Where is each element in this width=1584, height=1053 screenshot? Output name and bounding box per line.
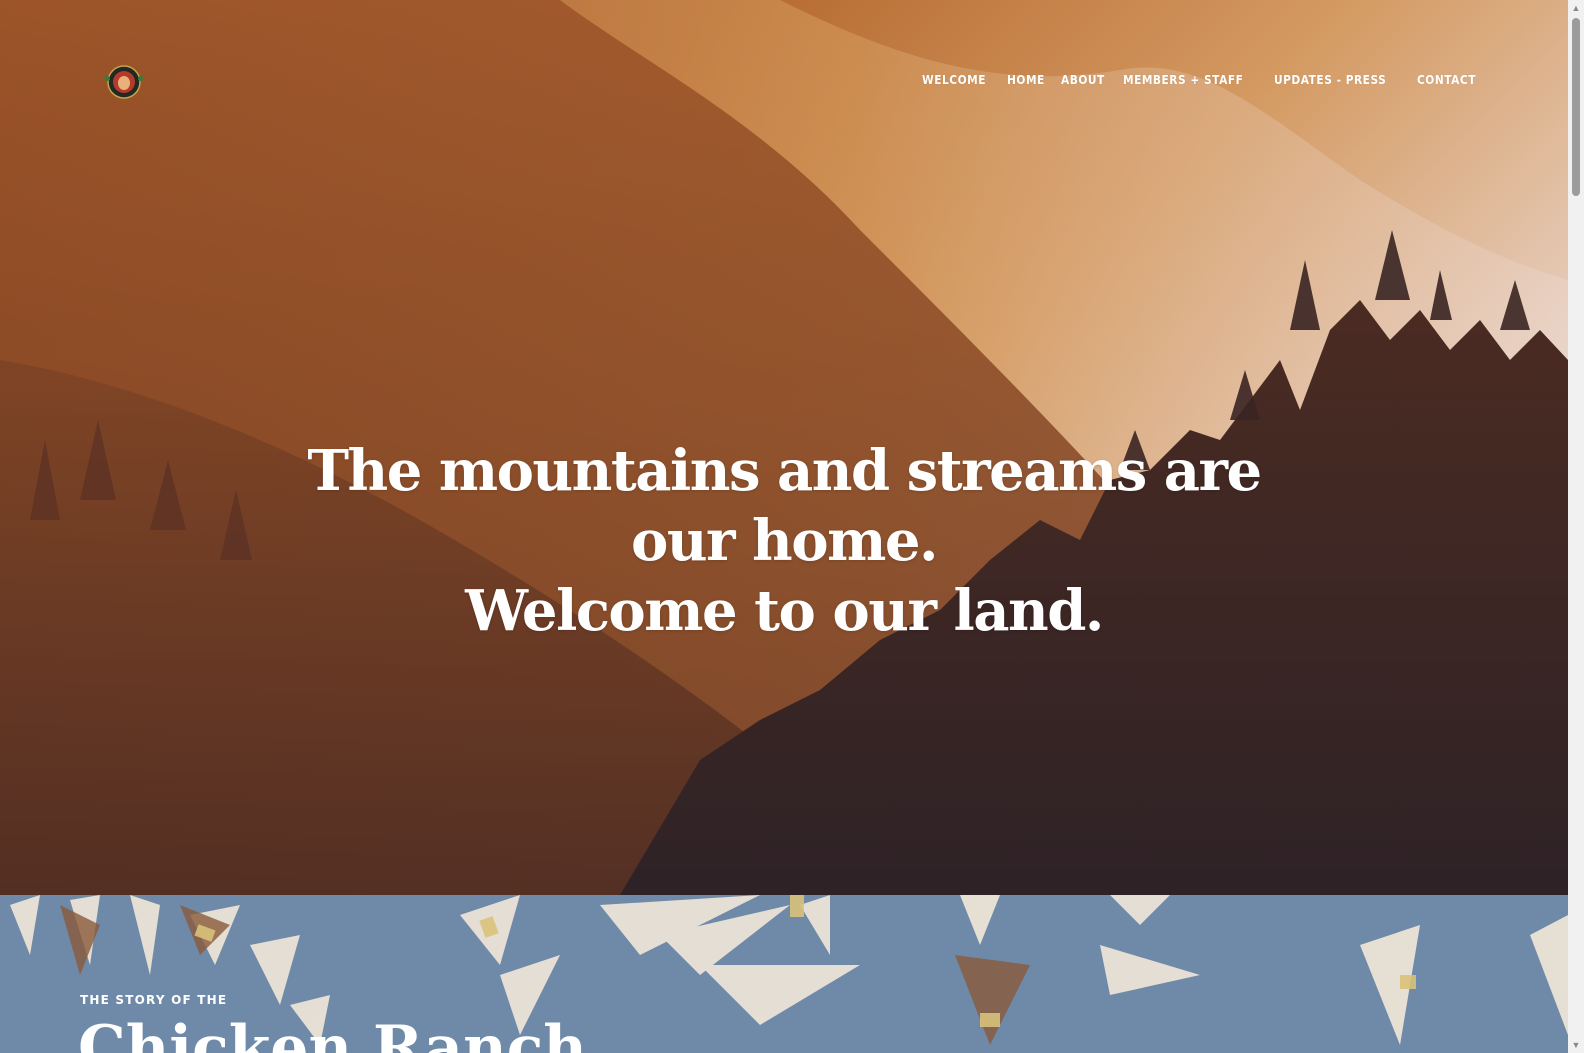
story-eyebrow: THE STORY OF THE <box>80 993 228 1007</box>
nav-item-members-staff[interactable]: MEMBERS + STAFF <box>1123 72 1243 87</box>
scroll-up-arrow-icon[interactable]: ▲ <box>1568 0 1584 16</box>
vertical-scrollbar[interactable]: ▲ ▼ <box>1568 0 1584 1053</box>
scroll-down-arrow-icon[interactable]: ▼ <box>1568 1037 1584 1053</box>
main-navigation: WELCOME HOME ABOUT MEMBERS + STAFF UPDAT… <box>922 72 1476 87</box>
story-section: THE STORY OF THE Chicken Ranch <box>0 895 1568 1053</box>
headline-line-2: our home. <box>630 507 939 574</box>
nav-item-updates-press[interactable]: UPDATES - PRESS <box>1274 72 1386 87</box>
tribal-seal-logo[interactable] <box>101 62 147 102</box>
nav-item-welcome[interactable]: WELCOME <box>922 72 986 87</box>
hero-section: WELCOME HOME ABOUT MEMBERS + STAFF UPDAT… <box>0 0 1568 895</box>
scrollbar-thumb[interactable] <box>1572 18 1580 196</box>
headline-line-1: The mountains and streams are <box>307 437 1262 504</box>
story-title: Chicken Ranch <box>78 1013 587 1053</box>
page: WELCOME HOME ABOUT MEMBERS + STAFF UPDAT… <box>0 0 1584 1053</box>
nav-item-home[interactable]: HOME <box>1007 72 1045 87</box>
nav-item-about[interactable]: ABOUT <box>1061 72 1105 87</box>
nav-item-contact[interactable]: CONTACT <box>1417 72 1476 87</box>
headline-line-3: Welcome to our land. <box>465 577 1104 644</box>
hero-headline: The mountains and streams are our home. … <box>0 436 1568 646</box>
